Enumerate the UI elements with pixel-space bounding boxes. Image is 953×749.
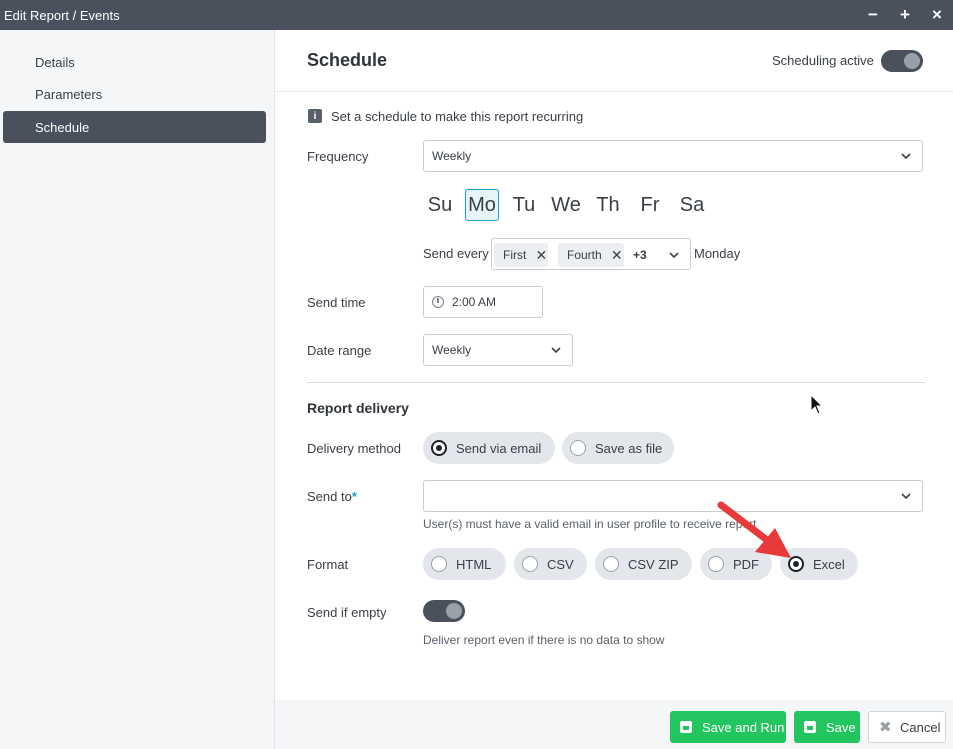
page-title: Schedule — [307, 50, 388, 70]
day-thursday[interactable]: Th — [591, 189, 625, 221]
send-to-label: Send to* — [307, 489, 357, 504]
send-if-empty-help-text: Deliver report even if there is no data … — [423, 633, 665, 647]
radio-unselected — [431, 556, 447, 572]
mouse-cursor-icon — [810, 394, 824, 415]
sidebar-item-label: Schedule — [35, 119, 90, 135]
close-icon: ✖ — [879, 719, 892, 736]
option-label: Send via email — [456, 440, 542, 456]
button-label: Save — [826, 719, 856, 735]
save-icon — [804, 721, 816, 733]
option-label: CSV ZIP — [628, 556, 679, 572]
radio-unselected — [603, 556, 619, 572]
format-option-csv[interactable]: CSV — [514, 548, 587, 580]
send-every-label: Send every — [423, 246, 489, 261]
send-time-value: 2:00 AM — [452, 295, 497, 309]
option-label: Save as file — [595, 440, 663, 456]
section-divider — [307, 382, 925, 383]
day-friday[interactable]: Fr — [633, 189, 667, 221]
save-icon — [680, 721, 692, 733]
send-time-input[interactable]: 2:00 AM — [423, 286, 543, 318]
frequency-label: Frequency — [307, 149, 369, 164]
option-label: Excel — [813, 556, 845, 572]
window-titlebar: Edit Report / Events − + × — [0, 0, 953, 30]
sidebar-item-parameters[interactable]: Parameters — [3, 78, 266, 110]
schedule-info-text: Set a schedule to make this report recur… — [331, 109, 584, 124]
sidebar-item-label: Parameters — [35, 86, 103, 102]
required-mark: * — [351, 489, 357, 504]
info-icon: i — [308, 109, 322, 123]
format-option-html[interactable]: HTML — [423, 548, 506, 580]
radio-unselected — [570, 440, 586, 456]
chevron-down-icon — [551, 347, 561, 354]
delivery-option-email[interactable]: Send via email — [423, 432, 555, 464]
day-monday[interactable]: Mo — [465, 189, 499, 221]
page-header: Schedule Scheduling active — [275, 30, 953, 92]
date-range-value: Weekly — [432, 343, 472, 357]
sidebar-item-details[interactable]: Details — [3, 46, 266, 78]
button-label: Cancel — [900, 719, 941, 735]
date-range-label: Date range — [307, 343, 372, 358]
chevron-down-icon[interactable] — [666, 247, 682, 263]
day-sunday[interactable]: Su — [423, 189, 457, 221]
toggle-knob — [446, 603, 462, 619]
maximize-icon[interactable]: + — [889, 0, 921, 30]
window-title: Edit Report / Events — [4, 7, 120, 23]
send-every-multiselect[interactable]: First ✕ Fourth ✕ +3 — [491, 238, 691, 270]
send-to-help-text: User(s) must have a valid email in user … — [423, 517, 757, 531]
more-chips-count[interactable]: +3 — [633, 243, 647, 267]
chevron-down-icon — [901, 493, 911, 500]
format-option-csv-zip[interactable]: CSV ZIP — [595, 548, 692, 580]
toggle-knob — [904, 53, 920, 69]
annotation-arrow-icon — [717, 501, 791, 558]
radio-unselected — [522, 556, 538, 572]
day-tuesday[interactable]: Tu — [507, 189, 541, 221]
send-time-label: Send time — [307, 295, 366, 310]
chip-label: First — [503, 248, 527, 262]
clock-icon — [432, 296, 444, 308]
option-label: CSV — [547, 556, 574, 572]
window-controls: − + × — [857, 0, 953, 30]
delivery-method-label: Delivery method — [307, 441, 401, 456]
close-icon[interactable]: × — [921, 0, 953, 30]
remove-chip-icon[interactable]: ✕ — [610, 247, 624, 263]
send-if-empty-toggle[interactable] — [423, 600, 465, 622]
sidebar-item-schedule[interactable]: Schedule — [3, 111, 266, 143]
dialog-footer: Save and Run Save ✖ Cancel — [275, 700, 953, 749]
day-wednesday[interactable]: We — [549, 189, 583, 221]
sidebar-item-label: Details — [35, 54, 75, 70]
sidebar: Details Parameters Schedule — [0, 30, 275, 749]
minimize-icon[interactable]: − — [857, 0, 889, 30]
chip-first: First ✕ — [494, 243, 549, 267]
option-label: HTML — [456, 556, 492, 572]
main-panel: Schedule Scheduling active i Set a sched… — [275, 30, 953, 700]
day-saturday[interactable]: Sa — [675, 189, 709, 221]
send-to-select[interactable] — [423, 480, 923, 512]
remove-chip-icon[interactable]: ✕ — [534, 247, 548, 263]
delivery-option-file[interactable]: Save as file — [562, 432, 674, 464]
date-range-select[interactable]: Weekly — [423, 334, 573, 366]
radio-selected — [431, 440, 447, 456]
chip-fourth: Fourth ✕ — [558, 243, 624, 267]
frequency-select[interactable]: Weekly — [423, 140, 923, 172]
send-if-empty-label: Send if empty — [307, 605, 387, 620]
save-button[interactable]: Save — [794, 711, 860, 743]
format-label: Format — [307, 557, 349, 572]
scheduling-active-toggle[interactable] — [881, 50, 923, 72]
cancel-button[interactable]: ✖ Cancel — [868, 711, 946, 743]
save-and-run-button[interactable]: Save and Run — [670, 711, 786, 743]
button-label: Save and Run — [702, 719, 785, 735]
frequency-value: Weekly — [432, 149, 472, 163]
send-every-suffix: Monday — [694, 246, 741, 261]
chevron-down-icon — [901, 153, 911, 160]
scheduling-active-label: Scheduling active — [772, 53, 874, 68]
report-delivery-title: Report delivery — [307, 400, 409, 416]
chip-label: Fourth — [567, 248, 602, 262]
